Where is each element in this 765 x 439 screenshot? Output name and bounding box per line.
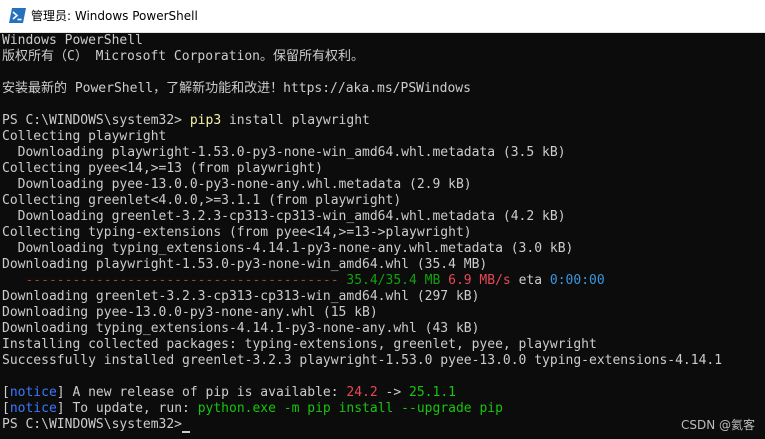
- progress-line: ----------------------------------------…: [2, 273, 605, 289]
- progress-eta-label: eta: [518, 273, 543, 288]
- output-line: Downloading greenlet-3.2.3-cp313-cp313-w…: [2, 289, 480, 304]
- progress-bar: ----------------------------------------: [2, 273, 339, 288]
- notice-line: [notice] A new release of pip is availab…: [2, 385, 456, 400]
- prompt: PS C:\WINDOWS\system32>: [2, 113, 183, 128]
- output-line: Downloading typing_extensions-4.14.1-py3…: [2, 321, 480, 336]
- arrow: ->: [377, 385, 410, 400]
- progress-speed: 6.9 MB/s: [448, 273, 511, 288]
- output-line: Collecting playwright: [2, 129, 167, 144]
- notice-text: To update, run:: [64, 401, 198, 416]
- banner-line: Windows PowerShell: [2, 33, 143, 48]
- command-line: PS C:\WINDOWS\system32> pip3 install pla…: [2, 113, 370, 129]
- notice-line: [notice] To update, run: python.exe -m p…: [2, 401, 503, 416]
- notice-text: A new release of pip is available:: [64, 385, 347, 400]
- output-line: Installing collected packages: typing-ex…: [2, 337, 597, 352]
- window-title: 管理员: Windows PowerShell: [31, 9, 198, 23]
- output-line: Collecting typing-extensions (from pyee<…: [2, 225, 472, 240]
- output-line: Downloading pyee-13.0.0-py3-none-any.whl…: [2, 305, 378, 320]
- progress-eta: 0:00:00: [549, 273, 605, 288]
- copyright-line: 版权所有（C） Microsoft Corporation。保留所有权利。: [2, 49, 365, 64]
- new-version: 25.1.1: [409, 385, 456, 400]
- output-line: Successfully installed greenlet-3.2.3 pl…: [2, 353, 723, 368]
- output-line: Collecting greenlet<4.0.0,>=3.1.1 (from …: [2, 193, 402, 208]
- text-cursor: [182, 431, 191, 433]
- output-line: Downloading playwright-1.53.0-py3-none-w…: [2, 257, 488, 272]
- output-line: Downloading typing_extensions-4.14.1-py3…: [2, 241, 574, 256]
- watermark: CSDN @氦客: [680, 418, 755, 432]
- upgrade-hint-line: 安装最新的 PowerShell，了解新功能和改进！https://aka.ms…: [2, 81, 471, 96]
- output-line: Downloading playwright-1.53.0-py3-none-w…: [2, 145, 566, 160]
- output-line: Collecting pyee<14,>=13 (from playwright…: [2, 161, 323, 176]
- terminal-output[interactable]: Windows PowerShell 版权所有（C） Microsoft Cor…: [0, 33, 765, 439]
- command-name: pip3: [189, 113, 222, 128]
- command-args: install playwright: [228, 113, 370, 128]
- progress-size: 35.4/35.4 MB: [346, 273, 441, 288]
- upgrade-command: python.exe -m pip install --upgrade pip: [197, 401, 503, 416]
- prompt-line[interactable]: PS C:\WINDOWS\system32>: [2, 417, 191, 433]
- output-line: Downloading pyee-13.0.0-py3-none-any.whl…: [2, 177, 472, 192]
- notice-tag: notice: [9, 385, 57, 400]
- notice-tag: notice: [9, 401, 57, 416]
- output-line: Downloading greenlet-3.2.3-cp313-cp313-w…: [2, 209, 566, 224]
- old-version: 24.2: [346, 385, 378, 400]
- powershell-icon: [9, 8, 26, 23]
- window-titlebar[interactable]: 管理员: Windows PowerShell: [0, 0, 765, 33]
- prompt: PS C:\WINDOWS\system32>: [2, 417, 183, 432]
